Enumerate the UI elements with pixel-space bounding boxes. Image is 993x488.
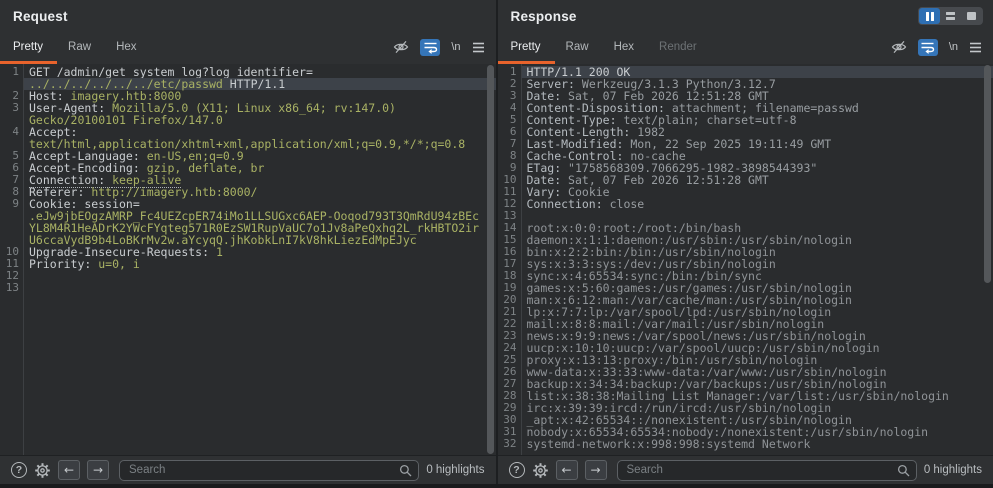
tab-hex[interactable]: Hex	[614, 41, 634, 53]
scrollbar-thumb[interactable]	[487, 65, 494, 454]
search-input[interactable]	[119, 460, 419, 481]
window-edge	[0, 484, 993, 488]
line-number: 3	[0, 102, 19, 114]
side-by-side-layout-button[interactable]	[919, 8, 940, 24]
next-match-button[interactable]: →	[585, 460, 607, 480]
line-number: 1	[0, 66, 19, 78]
request-tabs: Pretty Raw Hex	[0, 41, 137, 53]
response-searchbar: ? ← → 0 highlights	[498, 455, 993, 484]
tab-raw[interactable]: Raw	[566, 41, 589, 53]
request-response-split: Request Pretty Raw Hex \n	[0, 0, 993, 484]
tab-raw[interactable]: Raw	[68, 41, 91, 53]
tab-pretty[interactable]: Pretty	[511, 41, 541, 53]
request-searchbar: ? ← → 0 highlights	[0, 455, 496, 484]
response-search-box	[617, 460, 917, 481]
response-code: 1HTTP/1.1 200 OK2Server: Werkzeug/3.1.3 …	[498, 66, 993, 450]
code-row: 12Connection: close	[498, 198, 993, 210]
request-tabbar: Pretty Raw Hex \n	[0, 30, 496, 64]
highlights-count: 0 highlights	[426, 464, 484, 476]
hide-nonprintable-icon[interactable]	[891, 40, 907, 54]
prev-match-button[interactable]: ←	[58, 460, 80, 480]
response-tabs: Pretty Raw Hex Render	[498, 41, 697, 53]
help-icon[interactable]: ?	[509, 462, 525, 478]
request-editor-toolbar: \n	[393, 39, 495, 56]
newline-marks-icon[interactable]: \n	[451, 41, 460, 53]
combined-layout-button[interactable]	[961, 8, 982, 24]
response-tabbar: Pretty Raw Hex Render \n	[498, 30, 993, 64]
code-row: 11Priority: u=0, i	[0, 258, 496, 270]
line-number: 9	[0, 198, 19, 210]
code-row: 32 systemd-network:x:998:998:systemd Netw…	[498, 438, 993, 450]
code-text: systemd-network:x:998:998:systemd Networ…	[527, 437, 811, 451]
search-icon	[399, 464, 412, 482]
line-number: 4	[0, 126, 19, 138]
scrollbar-thumb[interactable]	[984, 65, 991, 283]
tab-pretty[interactable]: Pretty	[13, 41, 43, 53]
tab-render[interactable]: Render	[659, 41, 697, 53]
newline-marks-icon[interactable]: \n	[949, 41, 958, 53]
request-search-box	[119, 460, 419, 481]
request-scrollbar[interactable]	[487, 65, 495, 454]
layout-toggle-group	[918, 7, 983, 25]
search-input[interactable]	[617, 460, 917, 481]
line-number: 32	[498, 438, 517, 450]
tab-hex[interactable]: Hex	[116, 41, 136, 53]
stacked-layout-button[interactable]	[940, 8, 961, 24]
wrap-lines-icon[interactable]	[420, 39, 440, 56]
next-match-button[interactable]: →	[87, 460, 109, 480]
code-text: Connection: close	[527, 197, 645, 211]
response-panel: Response Pretty Raw Hex Render \n	[498, 0, 993, 484]
line-number: 13	[0, 282, 19, 294]
search-icon	[897, 464, 910, 482]
response-panel-title: Response	[511, 9, 577, 24]
code-text: Priority: u=0, i	[29, 257, 140, 271]
response-editor-toolbar: \n	[891, 39, 993, 56]
request-code: 1GET /admin/get_system_log?log_identifie…	[0, 66, 496, 294]
request-panel-title: Request	[13, 9, 68, 24]
response-panel-header: Response	[498, 0, 993, 30]
code-row: 12	[0, 270, 496, 282]
hide-nonprintable-icon[interactable]	[393, 40, 409, 54]
burp-message-viewer: Request Pretty Raw Hex \n	[0, 0, 993, 488]
response-scrollbar[interactable]	[984, 65, 992, 454]
help-icon[interactable]: ?	[11, 462, 27, 478]
request-panel-header: Request	[0, 0, 496, 30]
editor-menu-icon[interactable]	[472, 42, 485, 53]
search-settings-icon[interactable]	[34, 462, 51, 479]
wrap-lines-icon[interactable]	[918, 39, 938, 56]
highlights-count: 0 highlights	[924, 464, 982, 476]
editor-menu-icon[interactable]	[969, 42, 982, 53]
response-editor[interactable]: 1HTTP/1.1 200 OK2Server: Werkzeug/3.1.3 …	[498, 64, 993, 455]
search-settings-icon[interactable]	[532, 462, 549, 479]
request-editor[interactable]: 1GET /admin/get_system_log?log_identifie…	[0, 64, 496, 455]
code-row: 13	[0, 282, 496, 294]
request-panel: Request Pretty Raw Hex \n	[0, 0, 496, 484]
prev-match-button[interactable]: ←	[556, 460, 578, 480]
